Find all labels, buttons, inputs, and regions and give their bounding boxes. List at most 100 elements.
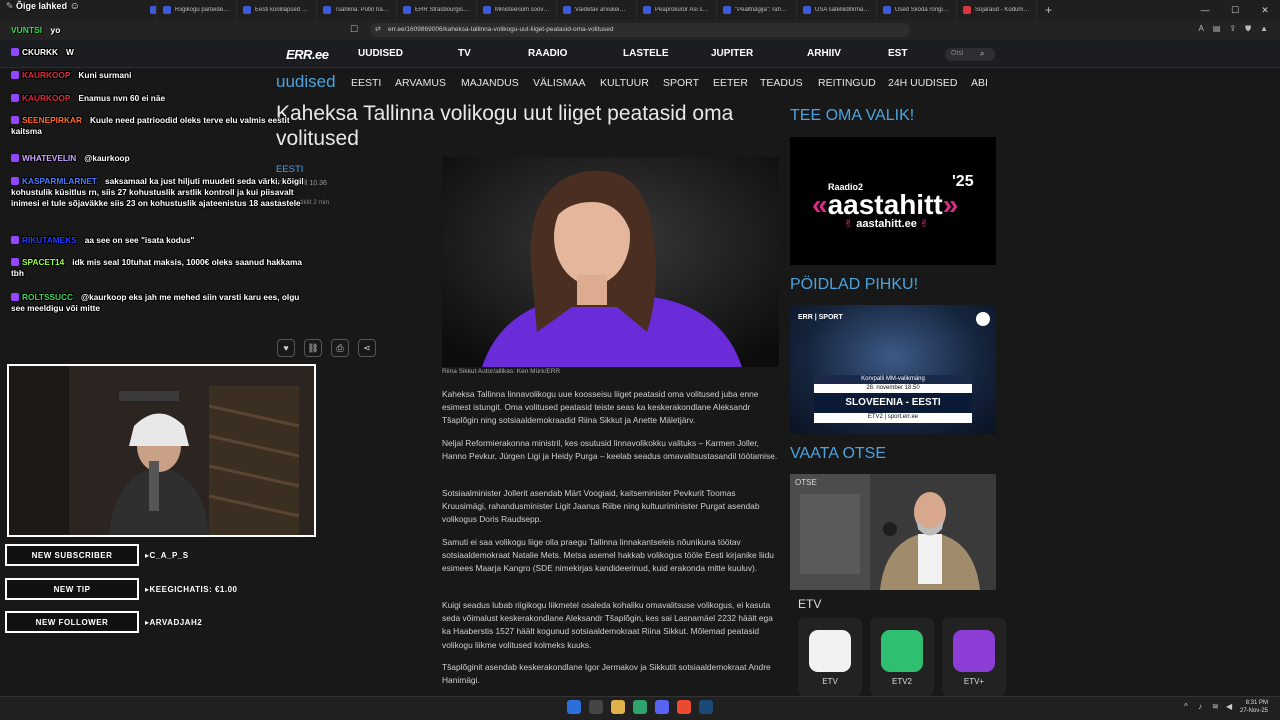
browser-tab[interactable]: Väidetav arvukeim on d... xyxy=(557,0,637,20)
browser-tab[interactable]: Peaprokurör Asi süüdist... xyxy=(637,0,717,20)
top-nav-item[interactable]: ARHIIV xyxy=(807,48,841,59)
shield-icon[interactable]: ⛊ xyxy=(1245,24,1251,34)
discord-icon[interactable] xyxy=(655,700,669,714)
brave-icon[interactable] xyxy=(677,700,691,714)
link-icon[interactable]: ⛓ xyxy=(304,339,322,357)
browser-tab[interactable]: ERR Strasbourgis: Europ... xyxy=(397,0,477,20)
section-nav-item[interactable]: ABI xyxy=(971,77,988,89)
mic-icon[interactable]: ♪ xyxy=(1198,702,1202,711)
maximize-icon[interactable]: ☐ xyxy=(1220,5,1250,16)
tab-title: Ministeerium soovib kooli... xyxy=(495,7,550,13)
share-icon[interactable]: ⋖ xyxy=(358,339,376,357)
overlay-title-text: Õige lahked xyxy=(16,1,68,11)
chat-badge-icon xyxy=(11,293,19,301)
top-nav-item[interactable]: LASTELE xyxy=(623,48,669,59)
chat-username[interactable]: ROLTSSUCC xyxy=(22,292,73,302)
tray-chevron-icon[interactable]: ^ xyxy=(1184,702,1188,711)
tab-title: Eesti koolilapsed psüühi... xyxy=(255,7,310,13)
tab-title: USA satelliidifirma laien... xyxy=(815,7,870,13)
channel-tile[interactable]: ETV xyxy=(798,618,862,696)
section-nav-item[interactable]: VÄLISMAA xyxy=(533,77,586,89)
browser-tab[interactable]: "Pealtnägija": rahapesu... xyxy=(717,0,797,20)
chat-username[interactable]: WHATEVELIN xyxy=(22,153,76,163)
file-explorer-icon[interactable] xyxy=(611,700,625,714)
close-icon[interactable]: ✕ xyxy=(1250,5,1280,16)
section-nav-item[interactable]: KULTUUR xyxy=(600,77,649,89)
live-stream-player[interactable]: OTSE xyxy=(790,474,996,590)
like-icon[interactable]: ♥ xyxy=(277,339,295,357)
article-paragraph: Kuigi seadus lubab riigikogu liikmetel o… xyxy=(442,600,773,650)
tab-favicon-icon xyxy=(323,6,331,14)
print-icon[interactable]: ⎙ xyxy=(331,339,349,357)
chat-text: Kuni surmani xyxy=(78,70,132,80)
browser-tab[interactable]: USA satelliidifirma laien... xyxy=(797,0,877,20)
section-nav-item[interactable]: TEADUS xyxy=(760,77,803,89)
top-nav-item[interactable]: UUDISED xyxy=(358,48,403,59)
channel-label: ETV2 xyxy=(891,677,912,686)
chat-badge-icon xyxy=(11,94,19,102)
search-input[interactable]: Otsi xyxy=(945,48,995,61)
section-nav-item[interactable]: 24H UUDISED xyxy=(888,77,957,89)
aastahitt-banner[interactable]: Raadio2 «aastahitt» '25 ✌ aastahitt.ee ✌ xyxy=(790,137,996,265)
top-nav-item[interactable]: TV xyxy=(458,48,471,59)
chat-username[interactable]: KAURKOOP xyxy=(22,70,70,80)
top-nav-item[interactable]: EST xyxy=(888,48,907,59)
top-nav-item[interactable]: RAADIO xyxy=(528,48,567,59)
section-nav-item[interactable]: MAJANDUS xyxy=(461,77,519,89)
translate-icon[interactable]: A xyxy=(1198,24,1203,34)
browser-tab[interactable]: Riigikogu parteide hinnangu xyxy=(157,0,237,20)
site-info-icon[interactable]: ⇄ xyxy=(375,25,381,33)
new-tab-button[interactable]: + xyxy=(1037,3,1060,17)
section-nav-item[interactable]: EETER xyxy=(713,77,748,89)
channel-tile[interactable]: ETV+ xyxy=(942,618,1006,696)
bookmark-icon[interactable]: ☐ xyxy=(350,24,358,35)
overlay-sub-msg: yo xyxy=(50,25,61,35)
chat-username[interactable]: KAURKOOP xyxy=(22,93,70,103)
wifi-icon[interactable]: ≋ xyxy=(1212,702,1219,711)
chat-badge-icon xyxy=(11,177,19,185)
err-circle-icon xyxy=(976,312,990,326)
search-taskbar-icon[interactable] xyxy=(589,700,603,714)
chat-username[interactable]: RIKUTAMEKS xyxy=(22,235,77,245)
chat-message: CKURKK W xyxy=(11,47,311,58)
browser-tab[interactable]: Sõjaraud - Kodumaine u... xyxy=(957,0,1037,20)
tab-favicon-icon xyxy=(643,6,651,14)
basketball-banner[interactable]: ERR | SPORT Korvpalli MM-valikmäng 28. n… xyxy=(790,305,996,434)
section-nav-item[interactable]: ARVAMUS xyxy=(395,77,446,89)
address-bar[interactable]: err.ee/1609869006/kaheksa-tallinna-volik… xyxy=(370,23,910,37)
chat-message: RIKUTAMEKS aa see on see "isata kodus" xyxy=(11,235,311,246)
section-nav-item[interactable]: SPORT xyxy=(663,77,699,89)
chat-username[interactable]: SEENEPIRKAR xyxy=(22,115,82,125)
search-icon[interactable]: ⌕ xyxy=(980,49,984,59)
reader-icon[interactable]: ▤ xyxy=(1213,24,1221,34)
tab-favicon-icon xyxy=(803,6,811,14)
browser-tab[interactable]: Eesti koolilapsed psüühi... xyxy=(237,0,317,20)
section-nav-item[interactable]: EESTI xyxy=(351,77,381,89)
volume-icon[interactable]: ◀ xyxy=(1226,702,1232,711)
chat-username[interactable]: CKURKK xyxy=(22,47,58,57)
article-category[interactable]: EESTI xyxy=(276,164,303,175)
section-nav-item[interactable]: REITINGUD xyxy=(818,77,876,89)
ad-site-text: aastahitt.ee xyxy=(856,218,917,230)
taskbar-clock[interactable]: 8:31 PM 27-Nov-25 xyxy=(1240,699,1268,715)
share-icon[interactable]: ⇪ xyxy=(1229,24,1236,34)
chat-badge-icon xyxy=(11,258,19,266)
tab-title: Used Škoda rongid tee... xyxy=(895,7,950,13)
rewards-icon[interactable]: ▲ xyxy=(1260,24,1268,34)
chat-message: SEENEPIRKAR Kuule need patrioodid oleks t… xyxy=(11,115,311,137)
browser-tab[interactable]: Used Škoda rongid tee... xyxy=(877,0,957,20)
app-icon[interactable] xyxy=(633,700,647,714)
minimize-icon[interactable]: — xyxy=(1190,5,1220,15)
browser-tab[interactable]: Ministeerium soovib kooli... xyxy=(477,0,557,20)
chat-username[interactable]: KASPARMLARNET xyxy=(22,176,97,186)
chat-username[interactable]: SPACET14 xyxy=(22,257,64,267)
ad-site: ✌ aastahitt.ee ✌ xyxy=(844,218,930,230)
start-icon[interactable] xyxy=(567,700,581,714)
browser-tab[interactable]: Tsahkna: Putin haistab õhu... xyxy=(317,0,397,20)
top-nav-item[interactable]: JUPITER xyxy=(711,48,753,59)
live-tag: OTSE xyxy=(795,478,817,487)
channel-tile[interactable]: ETV2 xyxy=(870,618,934,696)
steam-icon[interactable] xyxy=(699,700,713,714)
alert-value: C_A_P_S xyxy=(145,551,189,560)
alert-label: NEW SUBSCRIBER xyxy=(5,544,139,566)
